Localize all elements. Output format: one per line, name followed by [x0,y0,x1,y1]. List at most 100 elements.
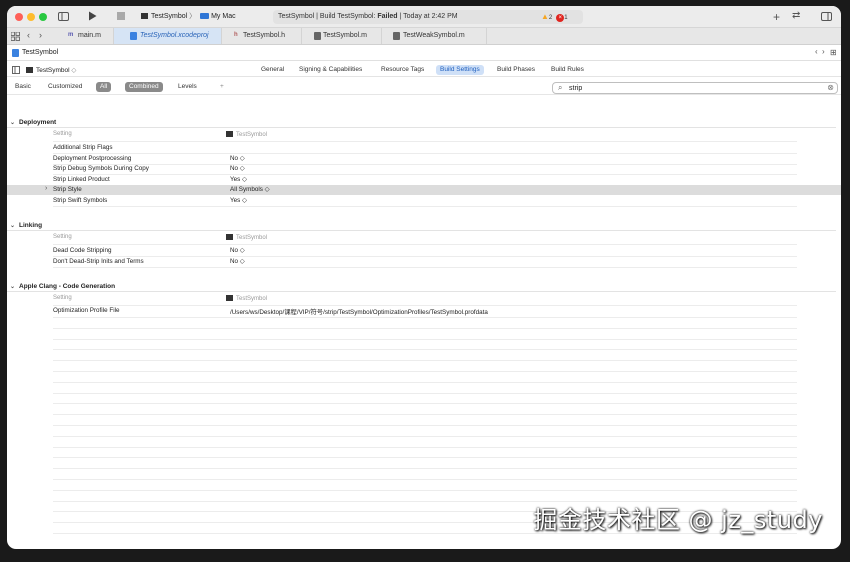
section-apple-clang-code-generation[interactable]: ⌄ Apple Clang - Code Generation [10,283,116,290]
target-selector[interactable]: TestSymbol ◇ [26,66,76,74]
xcodeproj-icon [130,32,137,40]
tab-build-phases[interactable]: Build Phases [497,66,535,76]
row-divider [53,206,797,207]
tab-signing-capabilities[interactable]: Signing & Capabilities [299,66,362,76]
status-text: TestSymbol | Build TestSymbol: [278,13,378,20]
jump-bar: TestSymbol ‹ › ⊞ [7,46,841,61]
empty-row-divider [53,339,797,340]
setting-value-popup[interactable]: No ◇ [230,165,245,172]
section-divider [7,127,836,128]
stop-icon[interactable] [117,12,125,20]
disclosure-down-icon: ⌄ [10,120,16,126]
warning-icon: ▲ [541,12,549,21]
code-review-icon[interactable]: ⇄ [792,11,800,21]
issue-indicator[interactable]: ▲2 × 1 [541,12,568,22]
setting-row-strip-linked-product[interactable]: Strip Linked Product Yes ◇ [7,175,841,185]
previous-issue-icon[interactable]: ‹ [815,48,818,56]
forward-icon[interactable]: › [39,31,42,40]
back-icon[interactable]: ‹ [27,31,30,40]
objc-file-icon: m [68,32,74,38]
disclosure-down-icon: ⌄ [10,284,16,290]
tab-build-rules[interactable]: Build Rules [551,66,584,76]
app-target-icon [226,131,233,137]
tab-main-m[interactable]: m main.m [54,28,114,44]
add-icon[interactable]: + [773,11,780,23]
setting-row-additional-strip-flags[interactable]: Additional Strip Flags [7,143,841,153]
scheme-selector[interactable]: TestSymbol 〉 My Mac [141,11,236,21]
warning-count: 2 [548,15,553,21]
empty-row-divider [53,468,797,469]
error-count: 1 [564,15,568,21]
clear-search-icon[interactable]: ⊗ [827,83,834,92]
empty-row-divider [53,414,797,415]
tab-label: TestSymbol.h [243,32,286,39]
setting-value-popup[interactable]: No ◇ [230,258,245,265]
setting-value-popup[interactable]: Yes ◇ [230,176,247,183]
tab-label: TestWeakSymbol.m [403,32,465,39]
empty-row-divider [53,425,797,426]
activity-status-bar[interactable]: TestSymbol | Build TestSymbol: Failed | … [273,10,583,24]
setting-row-optimization-profile-file[interactable]: Optimization Profile File/Users/ws/Deskt… [7,306,841,316]
filter-basic[interactable]: Basic [15,83,31,90]
section-title: Apple Clang - Code Generation [19,283,116,290]
tab-testsymbol-m[interactable]: TestSymbol.m [302,28,382,44]
disclosure-right-icon[interactable]: › [45,185,47,192]
column-header-target-label: TestSymbol [236,132,268,138]
chevron-updown-icon: ◇ [71,67,77,74]
tab-xcodeproj[interactable]: TestSymbol.xcodeproj [114,28,222,44]
run-icon[interactable] [88,11,97,21]
tab-build-settings[interactable]: Build Settings [436,65,484,75]
inspector-toggle-icon[interactable] [821,12,832,21]
tab-label: TestSymbol.m [323,32,367,39]
column-header-target: TestSymbol [226,234,267,241]
search-field[interactable]: ⌕ strip ⊗ [552,82,838,94]
destination-name[interactable]: My Mac [211,13,236,20]
build-settings-list: ⌄ Deployment Setting TestSymbol Addition… [7,98,841,549]
project-editor-tabs: TestSymbol ◇ General Signing & Capabilit… [7,62,841,77]
column-header-target: TestSymbol [226,295,267,302]
add-setting-button[interactable]: + [220,83,224,90]
setting-row-deployment-postprocessing[interactable]: Deployment Postprocessing No ◇ [7,154,841,164]
section-linking[interactable]: ⌄ Linking [10,222,42,229]
view-levels[interactable]: Levels [178,83,197,90]
setting-row-dont-dead-strip-inits[interactable]: Don't Dead-Strip Inits and Terms No ◇ [7,257,841,267]
section-deployment[interactable]: ⌄ Deployment [10,119,57,126]
search-input[interactable]: strip [569,85,582,92]
tab-testsymbol-h[interactable]: h TestSymbol.h [222,28,302,44]
column-header-target: TestSymbol [226,131,267,138]
close-window-button[interactable] [15,13,23,21]
empty-row-divider [53,349,797,350]
setting-value-popup[interactable]: Yes ◇ [230,197,247,204]
empty-row-divider [53,371,797,372]
sidebar-toggle-icon[interactable] [12,66,20,74]
sidebar-toggle-icon[interactable] [58,12,69,21]
zoom-window-button[interactable] [39,13,47,21]
status-result: Failed [377,13,398,20]
setting-value-popup[interactable]: All Symbols ◇ [230,186,270,193]
toolbar: TestSymbol 〉 My Mac TestSymbol | Build T… [7,6,841,28]
setting-row-strip-style[interactable]: › Strip Style All Symbols ◇ [7,185,841,195]
breadcrumb-project[interactable]: TestSymbol [22,49,58,56]
setting-name: Deployment Postprocessing [53,155,132,162]
tab-testweaksymbol-m[interactable]: TestWeakSymbol.m [382,28,487,44]
setting-row-strip-debug-symbols[interactable]: Strip Debug Symbols During Copy No ◇ [7,164,841,174]
empty-row-divider [53,360,797,361]
filter-customized[interactable]: Customized [48,83,82,90]
add-editor-icon[interactable]: ⊞ [830,49,837,57]
next-issue-icon[interactable]: › [822,48,825,56]
tab-resource-tags[interactable]: Resource Tags [381,66,424,76]
section-title: Deployment [19,119,57,126]
grid-icon[interactable] [11,32,20,41]
search-icon: ⌕ [558,83,563,92]
setting-value-popup[interactable]: No ◇ [230,155,245,162]
tab-general[interactable]: General [261,66,284,76]
minimize-window-button[interactable] [27,13,35,21]
view-combined[interactable]: Combined [125,82,163,92]
empty-row-divider [53,447,797,448]
filter-all[interactable]: All [96,82,112,92]
setting-row-strip-swift-symbols[interactable]: Strip Swift Symbols Yes ◇ [7,196,841,206]
column-header-setting: Setting [53,234,72,240]
setting-value-path[interactable]: /Users/ws/Desktop/课程/VIP/符号/strip/TestSy… [230,307,488,316]
setting-row-dead-code-stripping[interactable]: Dead Code Stripping No ◇ [7,246,841,256]
setting-value-popup[interactable]: No ◇ [230,247,245,254]
